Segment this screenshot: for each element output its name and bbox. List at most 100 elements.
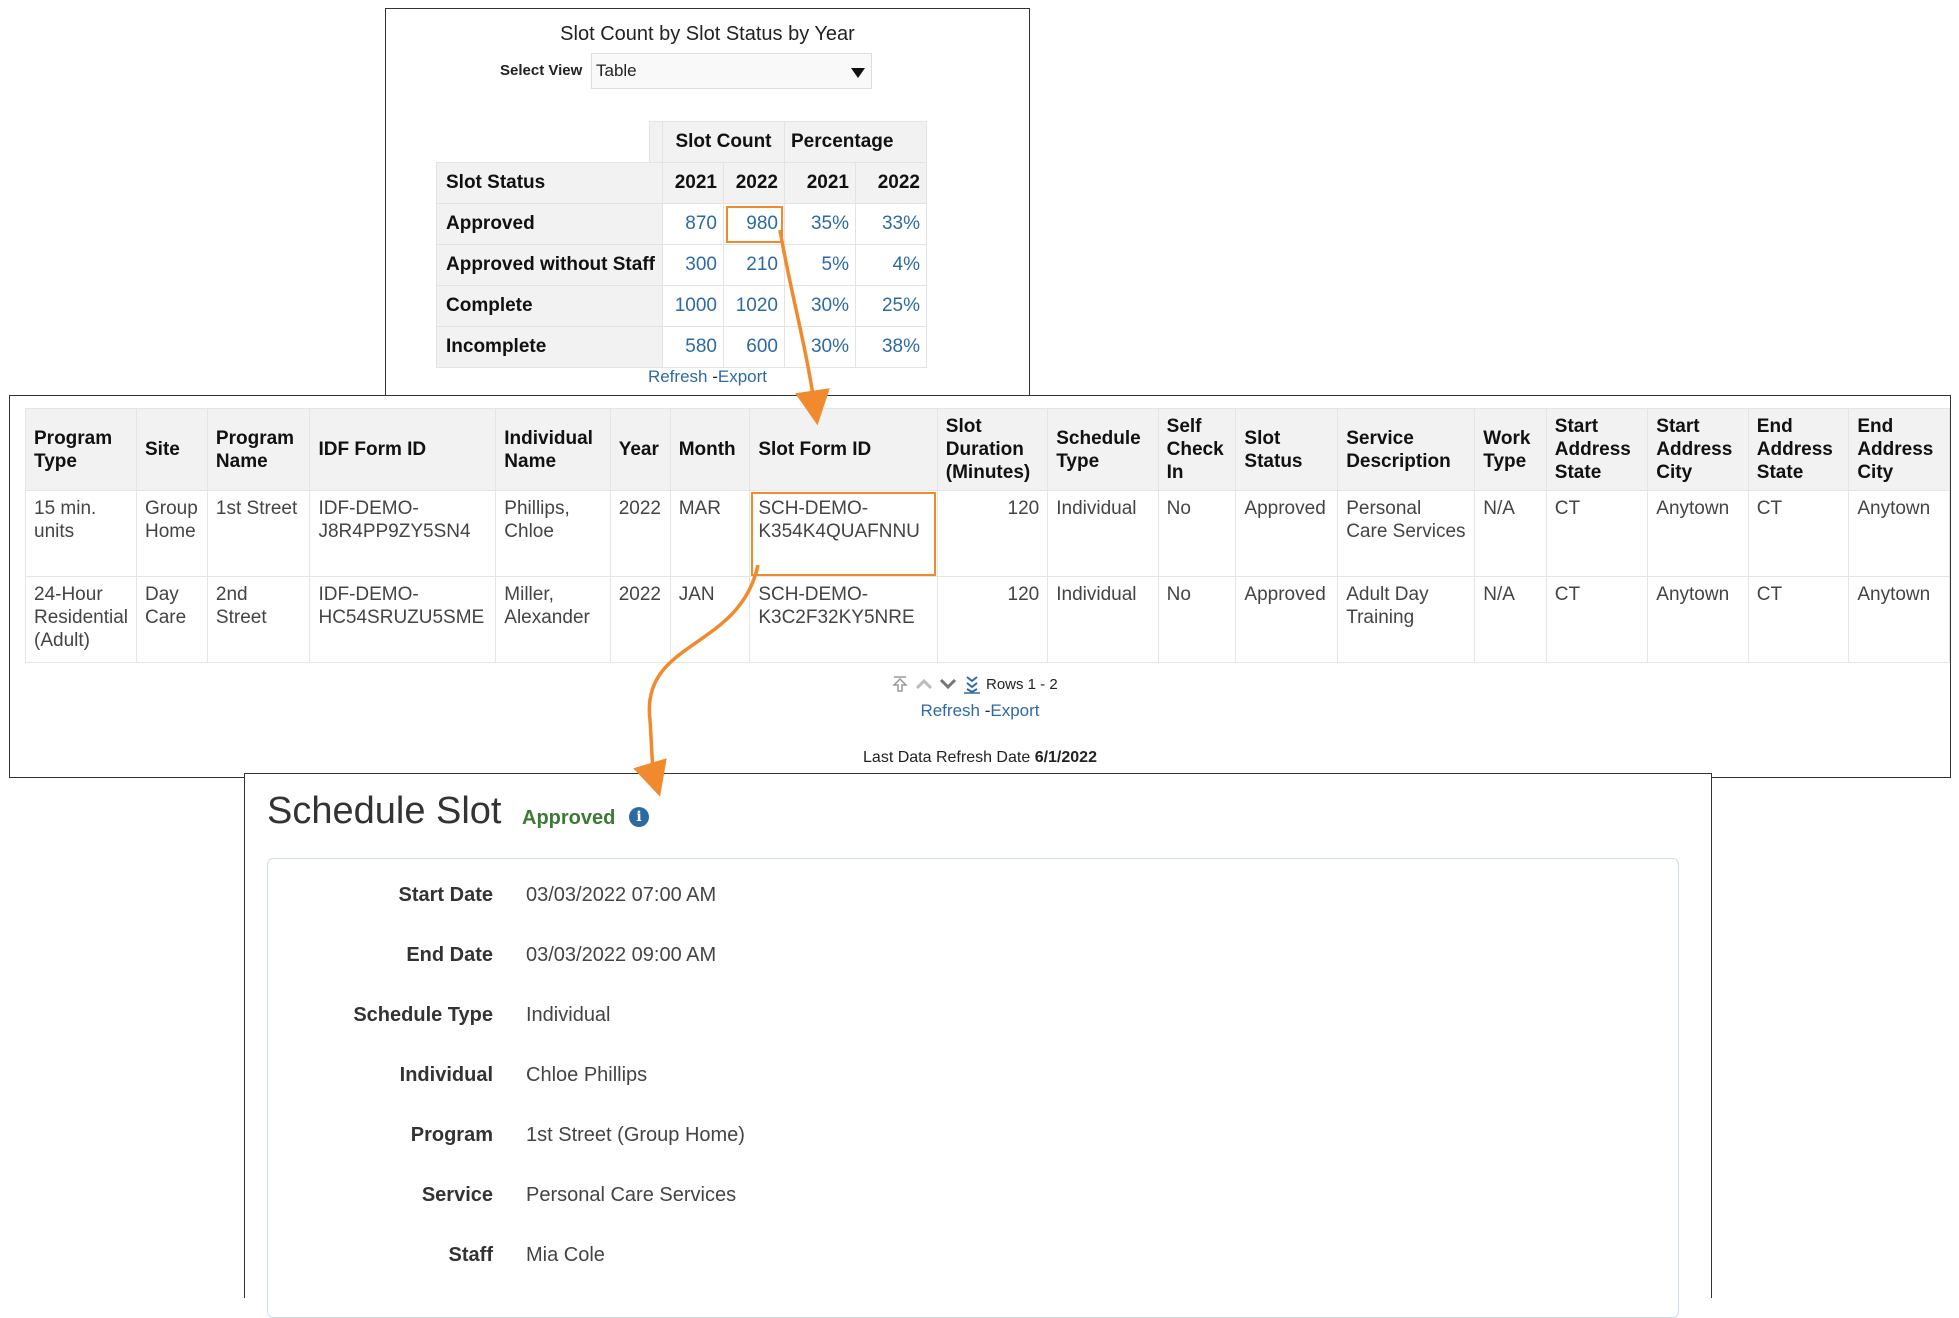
column-header[interactable]: Site [136, 408, 208, 491]
status-label: Approved without Staff [436, 244, 663, 286]
table-cell: Individual [1047, 576, 1159, 663]
field-row: Schedule Type Individual [268, 1004, 1678, 1034]
status-label: Incomplete [436, 326, 663, 368]
field-value: Individual [526, 1004, 611, 1026]
status-label: Approved [436, 203, 663, 245]
slot-form-id-link[interactable]: SCH-DEMO-K3C2F32KY5NRE [749, 576, 938, 663]
column-header[interactable]: Program Name [206, 408, 311, 491]
status-badge: Approved [522, 807, 616, 829]
slot-form-id-link-highlighted[interactable]: SCH-DEMO-K354K4QUAFNNU [749, 490, 938, 577]
chevron-down-icon [851, 68, 865, 78]
table-cell: JAN [669, 576, 751, 663]
column-header[interactable]: IDF Form ID [309, 408, 497, 491]
count-cell[interactable]: 600 [723, 326, 785, 368]
column-header[interactable]: Start Address City [1647, 408, 1749, 491]
table-cell: 24-Hour Residential (Adult) [25, 576, 137, 663]
select-view-value: Table [596, 61, 637, 80]
column-header[interactable]: Schedule Type [1047, 408, 1159, 491]
column-header[interactable]: Slot Duration (Minutes) [936, 408, 1049, 491]
show-all-rows-icon[interactable] [962, 674, 982, 694]
column-header[interactable]: Year [609, 408, 671, 491]
table-cell: Individual [1047, 490, 1159, 577]
column-header[interactable]: Slot Status [1235, 408, 1339, 491]
table-cell: 2nd Street [206, 576, 311, 663]
field-label: Start Date [398, 884, 493, 906]
column-header[interactable]: Program Type [25, 408, 137, 491]
refresh-link[interactable]: Refresh [648, 367, 708, 386]
column-header[interactable]: End Address City [1848, 408, 1950, 491]
table-row: 24-Hour Residential (Adult) Day Care 2nd… [25, 576, 1950, 663]
idf-form-id-link[interactable]: IDF-DEMO-J8R4PP9ZY5SN4 [309, 490, 497, 577]
field-label: Staff [448, 1244, 493, 1266]
table-header-row: Program Type Site Program Name IDF Form … [25, 408, 1950, 491]
field-row: Service Personal Care Services [268, 1184, 1678, 1214]
table-cell: Adult Day Training [1337, 576, 1476, 663]
percent-cell[interactable]: 5% [784, 244, 856, 286]
refresh-link[interactable]: Refresh [920, 701, 980, 720]
header-percentage: Percentage [784, 121, 927, 163]
last-data-refresh: Last Data Refresh Date 6/1/2022 [10, 749, 1950, 767]
column-header[interactable]: Slot Form ID [749, 408, 938, 491]
previous-page-icon[interactable] [914, 674, 934, 694]
table-cell: CT [1747, 576, 1850, 663]
table-cell: No [1157, 490, 1237, 577]
percent-cell[interactable]: 38% [855, 326, 927, 368]
table-cell: Miller, Alexander [495, 576, 611, 663]
slot-detail-panel: Program Type Site Program Name IDF Form … [9, 395, 1951, 778]
select-view-dropdown[interactable]: Table [591, 53, 872, 89]
count-cell[interactable]: 1020 [723, 285, 785, 327]
count-cell-highlighted[interactable]: 980 [723, 203, 785, 245]
slot-detail-table: Program Type Site Program Name IDF Form … [25, 408, 1950, 663]
column-header[interactable]: Individual Name [495, 408, 611, 491]
table-cell: No [1157, 576, 1237, 663]
column-header[interactable]: Work Type [1474, 408, 1547, 491]
status-label: Complete [436, 285, 663, 327]
count-cell[interactable]: 580 [662, 326, 724, 368]
table-cell: CT [1747, 490, 1850, 577]
percent-cell[interactable]: 30% [784, 285, 856, 327]
column-header[interactable]: End Address State [1747, 408, 1850, 491]
table-cell: N/A [1474, 576, 1547, 663]
corner-tab [649, 121, 663, 163]
percent-cell[interactable]: 33% [855, 203, 927, 245]
next-page-icon[interactable] [938, 674, 958, 694]
table-row: Incomplete 580 600 30% 38% [436, 326, 927, 368]
table-cell: CT [1545, 490, 1649, 577]
table-cell: 1st Street [206, 490, 311, 577]
percent-cell[interactable]: 30% [784, 326, 856, 368]
count-cell[interactable]: 300 [662, 244, 724, 286]
count-cell[interactable]: 210 [723, 244, 785, 286]
field-value: 03/03/2022 09:00 AM [526, 944, 717, 966]
table-cell: CT [1545, 576, 1649, 663]
column-header[interactable]: Self Check In [1157, 408, 1237, 491]
year-header: 2022 [723, 162, 785, 204]
table-cell: N/A [1474, 490, 1547, 577]
percent-cell[interactable]: 35% [784, 203, 856, 245]
schedule-slot-details: Start Date 03/03/2022 07:00 AM End Date … [267, 858, 1679, 1318]
column-header[interactable]: Service Description [1337, 408, 1476, 491]
percent-cell[interactable]: 25% [855, 285, 927, 327]
column-header[interactable]: Month [669, 408, 751, 491]
field-value: Chloe Phillips [526, 1064, 648, 1086]
field-label: Program [410, 1124, 493, 1146]
export-link[interactable]: Export [990, 701, 1039, 720]
field-row: Staff Mia Cole [268, 1244, 1678, 1274]
column-header[interactable]: Start Address State [1545, 408, 1649, 491]
table-cell: Anytown [1647, 490, 1749, 577]
idf-form-id-link[interactable]: IDF-DEMO-HC54SRUZU5SME [309, 576, 497, 663]
info-icon[interactable]: i [629, 807, 649, 827]
table-cell: Day Care [136, 576, 208, 663]
table-cell: Approved [1235, 576, 1339, 663]
count-cell[interactable]: 870 [662, 203, 724, 245]
field-value: 03/03/2022 07:00 AM [526, 884, 717, 906]
first-page-icon[interactable] [890, 674, 910, 694]
slot-count-pivot-table: Slot Count Percentage Slot Status 2021 2… [436, 121, 927, 368]
percent-cell[interactable]: 4% [855, 244, 927, 286]
header-slot-count: Slot Count [662, 121, 785, 163]
table-row: Approved without Staff 300 210 5% 4% [436, 244, 927, 286]
export-link[interactable]: Export [718, 367, 767, 386]
select-view-label: Select View [500, 62, 583, 79]
table-cell: Anytown [1647, 576, 1749, 663]
count-cell[interactable]: 1000 [662, 285, 724, 327]
last-refresh-label: Last Data Refresh Date [863, 749, 1031, 766]
